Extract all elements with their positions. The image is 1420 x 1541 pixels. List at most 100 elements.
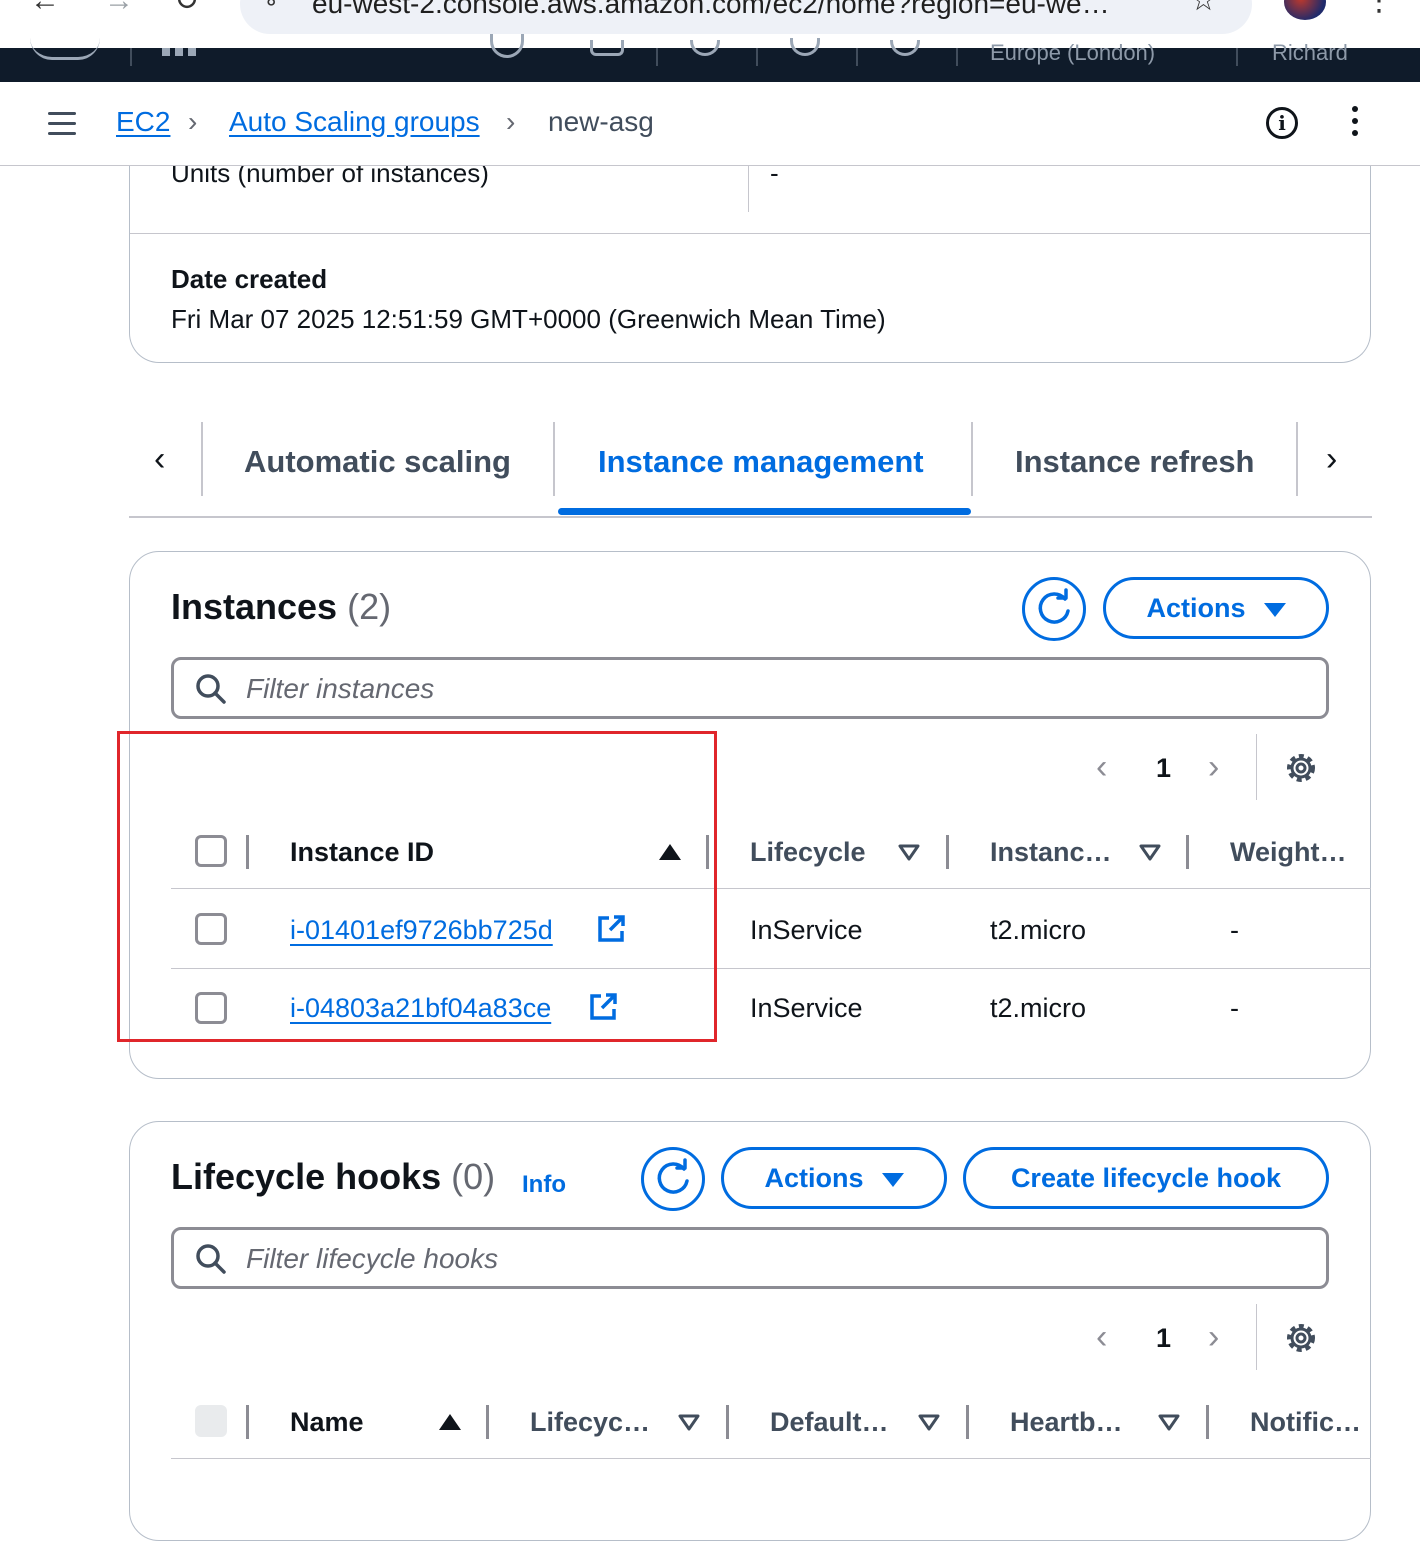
weight-cell: - (1230, 993, 1239, 1023)
forward-icon[interactable]: → (104, 0, 134, 16)
column-header-lifecycle[interactable]: Lifecycle (750, 837, 866, 868)
instances-heading: Instances (2) (171, 586, 391, 628)
breadcrumb-auto-scaling-groups[interactable]: Auto Scaling groups (229, 106, 480, 138)
column-header-notification-target[interactable]: Notific… (1250, 1407, 1361, 1438)
column-header-name[interactable]: Name (290, 1407, 364, 1438)
actions-label: Actions (1146, 593, 1246, 623)
column-header-instance-type[interactable]: Instanc… (990, 837, 1112, 868)
next-page-icon[interactable]: › (1208, 748, 1219, 787)
tabs-scroll-left-icon[interactable]: ‹ (154, 440, 165, 479)
aws-logo-icon[interactable] (30, 38, 100, 60)
region-selector[interactable]: Europe (London) (990, 40, 1155, 66)
sort-icon[interactable] (678, 1414, 700, 1432)
refresh-instances-button[interactable] (1022, 577, 1086, 641)
site-info-icon[interactable]: ⚬ (262, 0, 280, 18)
date-created-value: Fri Mar 07 2025 12:51:59 GMT+0000 (Green… (171, 304, 886, 334)
services-grid-icon[interactable] (162, 48, 196, 56)
create-lifecycle-hook-button[interactable]: Create lifecycle hook (963, 1147, 1329, 1209)
nav-divider (1236, 48, 1238, 66)
sort-icon[interactable] (1139, 844, 1161, 862)
tabs-baseline (129, 516, 1372, 518)
filter-lifecycle-hooks-placeholder: Filter lifecycle hooks (246, 1243, 499, 1274)
tab-automatic-scaling[interactable]: Automatic scaling (244, 444, 511, 480)
refresh-hooks-button[interactable] (641, 1147, 705, 1211)
previous-page-icon[interactable]: ‹ (1096, 748, 1107, 787)
pagination-divider (1256, 1304, 1257, 1370)
column-resizer[interactable] (1186, 835, 1189, 869)
page-number[interactable]: 1 (1156, 1323, 1171, 1354)
table-divider (171, 1458, 1371, 1459)
column-resizer[interactable] (946, 835, 949, 869)
tab-divider (553, 422, 555, 496)
lifecycle-cell: InService (750, 915, 863, 945)
chevron-right-icon: › (506, 106, 516, 137)
tab-divider (971, 422, 973, 496)
date-created-label: Date created (171, 264, 328, 294)
search-icon (196, 674, 226, 704)
lifecycle-cell: InService (750, 993, 863, 1023)
tab-instance-management[interactable]: Instance management (598, 444, 924, 480)
lifecycle-hooks-title: Lifecycle hooks (171, 1156, 442, 1197)
tab-divider (1296, 422, 1298, 496)
breadcrumb-bar (0, 82, 1420, 166)
column-resizer[interactable] (486, 1405, 489, 1439)
sort-ascending-icon[interactable] (439, 1414, 461, 1430)
column-resizer[interactable] (726, 1405, 729, 1439)
sort-icon[interactable] (1158, 1414, 1180, 1432)
tabs-scroll-right-icon[interactable]: › (1326, 440, 1337, 479)
instance-type-cell: t2.micro (990, 993, 1087, 1023)
caret-down-icon (881, 1172, 904, 1187)
tab-divider (201, 422, 203, 496)
back-icon[interactable]: ← (30, 0, 60, 16)
refresh-icon (657, 1158, 689, 1194)
column-header-weight[interactable]: Weight… (1230, 837, 1347, 868)
lifecycle-hooks-count: (0) (451, 1156, 496, 1197)
url-text: eu-west-2.console.aws.amazon.com/ec2/hom… (312, 0, 1110, 19)
cloudshell-icon[interactable] (590, 40, 624, 56)
settings-icon[interactable] (1282, 749, 1320, 787)
reload-icon[interactable]: ↻ (174, 0, 199, 16)
nav-divider (856, 48, 858, 66)
hooks-actions-button[interactable]: Actions (721, 1147, 947, 1209)
column-header-lifecycle-transition[interactable]: Lifecyc… (530, 1407, 650, 1438)
instances-actions-button[interactable]: Actions (1103, 577, 1329, 639)
instances-count: (2) (347, 586, 392, 627)
caret-down-icon (1263, 602, 1286, 617)
nav-divider (756, 48, 758, 66)
menu-icon[interactable] (48, 112, 76, 136)
breadcrumb-current: new-asg (548, 106, 654, 137)
tab-instance-refresh[interactable]: Instance refresh (1015, 444, 1255, 480)
more-icon[interactable] (1352, 106, 1362, 142)
active-tab-indicator (558, 508, 971, 515)
refresh-icon (1038, 588, 1070, 624)
column-resizer[interactable] (246, 1405, 249, 1439)
column-header-heartbeat-timeout[interactable]: Heartb… (1010, 1407, 1123, 1438)
star-icon[interactable]: ☆ (1190, 0, 1217, 16)
nav-divider (130, 48, 132, 66)
lifecycle-hooks-heading: Lifecycle hooks (0) (171, 1156, 495, 1198)
chevron-right-icon: › (188, 106, 198, 137)
browser-menu-icon[interactable]: ⋮ (1364, 0, 1394, 16)
info-icon[interactable]: i (1266, 107, 1298, 139)
select-all-checkbox (195, 1405, 227, 1437)
breadcrumb-ec2[interactable]: EC2 (116, 106, 170, 138)
column-divider (748, 166, 749, 212)
nav-divider (956, 48, 958, 66)
nav-divider (656, 48, 658, 66)
section-divider (130, 233, 1370, 234)
page-number[interactable]: 1 (1156, 753, 1171, 784)
next-page-icon[interactable]: › (1208, 1318, 1219, 1357)
instances-title: Instances (171, 586, 338, 627)
column-resizer[interactable] (1206, 1405, 1209, 1439)
column-resizer[interactable] (966, 1405, 969, 1439)
sort-icon[interactable] (898, 844, 920, 862)
previous-page-icon[interactable]: ‹ (1096, 1318, 1107, 1357)
column-header-default-result[interactable]: Default… (770, 1407, 889, 1438)
actions-label: Actions (764, 1163, 864, 1193)
pagination-divider (1256, 734, 1257, 800)
account-menu[interactable]: Richard (1272, 40, 1348, 66)
highlight-box (117, 731, 717, 1042)
info-link[interactable]: Info (522, 1171, 566, 1199)
sort-icon[interactable] (918, 1414, 940, 1432)
settings-icon[interactable] (1282, 1319, 1320, 1357)
